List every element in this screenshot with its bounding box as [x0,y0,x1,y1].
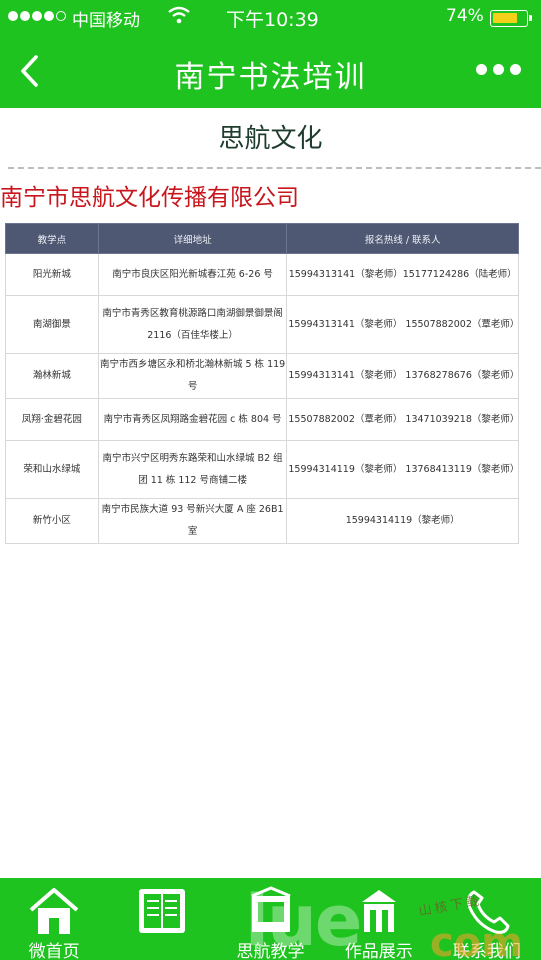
table-row: 瀚林新城 南宁市西乡塘区永和桥北瀚林新城 5 栋 119 号 159943131… [5,353,519,399]
cell-site: 凤翔·金碧花园 [5,398,99,441]
tab-label: 微首页 [28,942,80,960]
cell-address: 南宁市青秀区教育桃源路口南湖御景御景阁 2116（百佳华楼上） [97,295,288,354]
table-row: 凤翔·金碧花园 南宁市青秀区凤翔路金碧花园 c 栋 804 号 15507882… [5,398,519,441]
wifi-icon [168,6,190,24]
tab-teaching[interactable] [108,878,216,960]
carrier-name: 中国移动 [72,11,140,31]
watermark-domain: com [430,920,523,960]
home-icon [29,888,79,934]
cell-site: 荣和山水绿城 [5,440,99,499]
cell-contact: 15994314119（黎老师） 13768413119（黎老师） [286,440,519,499]
cell-contact: 15994313141（黎老师） 15507882002（覃老师） [286,295,519,354]
battery-percent: 74% [446,6,484,26]
cell-address: 南宁市西乡塘区永和桥北瀚林新城 5 栋 119 号 [97,353,288,399]
table-row: 荣和山水绿城 南宁市兴宁区明秀东路荣和山水绿城 B2 组团 11 栋 112 号… [5,440,519,499]
cell-site: 新竹小区 [5,498,99,544]
column-header-address: 详细地址 [97,223,288,254]
dashed-divider [8,167,541,169]
school-locations-table: 教学点 详细地址 报名热线 / 联系人 阳光新城 南宁市良庆区阳光新城春江苑 6… [5,223,519,544]
cell-site: 南湖御景 [5,295,99,354]
cell-contact: 15994313141（黎老师）15177124286（陆老师） [286,253,519,296]
nav-bar: 南宁书法培训 [0,34,541,108]
watermark-logo: lue [245,880,362,960]
table-row: 阳光新城 南宁市良庆区阳光新城春江苑 6-26 号 15994313141（黎老… [5,253,519,296]
cellular-signal-icon [8,11,66,21]
cell-address: 南宁市兴宁区明秀东路荣和山水绿城 B2 组团 11 栋 112 号商铺二楼 [97,440,288,499]
cell-contact: 15994313141（黎老师） 13768278676（黎老师） [286,353,519,399]
battery-icon [490,10,532,27]
status-bar: 中国移动 下午10:39 74% [0,0,541,34]
column-header-site: 教学点 [5,223,99,254]
cell-contact: 15507882002（覃老师） 13471039218（黎老师） [286,398,519,441]
table-row: 新竹小区 南宁市民族大道 93 号新兴大厦 A 座 26B1 室 1599431… [5,498,519,544]
cell-address: 南宁市良庆区阳光新城春江苑 6-26 号 [97,253,288,296]
cell-site: 阳光新城 [5,253,99,296]
clock: 下午10:39 [226,9,319,31]
tab-home[interactable]: 微首页 [0,878,108,960]
table-header-row: 教学点 详细地址 报名热线 / 联系人 [5,223,519,254]
cell-address: 南宁市青秀区凤翔路金碧花园 c 栋 804 号 [97,398,288,441]
nav-title: 南宁书法培训 [174,60,367,95]
page-title: 思航文化 [218,124,323,154]
cell-contact: 15994314119（黎老师） [286,498,519,544]
company-name: 南宁市思航文化传播有限公司 [0,185,299,211]
cell-site: 瀚林新城 [5,353,99,399]
column-header-contact: 报名热线 / 联系人 [286,223,519,254]
table-row: 南湖御景 南宁市青秀区教育桃源路口南湖御景御景阁 2116（百佳华楼上） 159… [5,295,519,354]
cell-address: 南宁市民族大道 93 号新兴大厦 A 座 26B1 室 [97,498,288,544]
book-icon [139,889,186,933]
more-options-icon[interactable] [476,64,521,75]
